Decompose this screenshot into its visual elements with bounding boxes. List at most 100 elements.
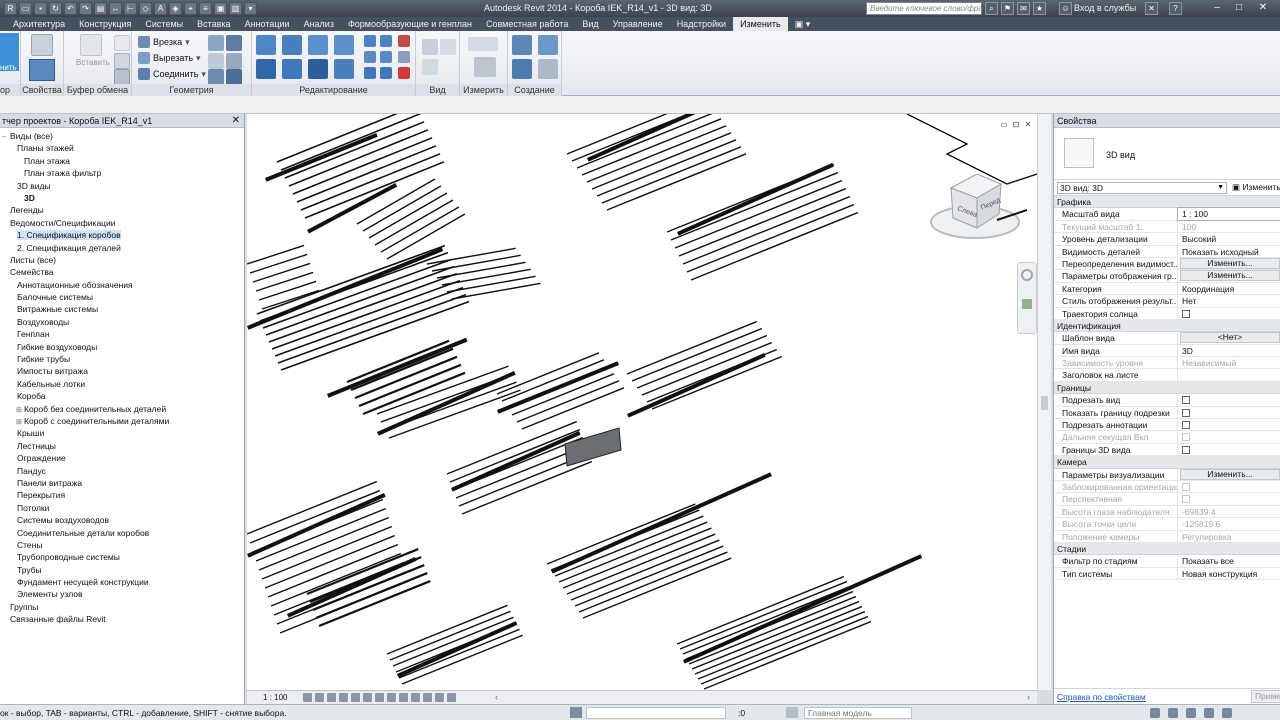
property-value[interactable]: 3D [1178,345,1280,356]
property-value[interactable]: Изменить... [1178,468,1280,480]
browser-node[interactable]: Элементы узлов [0,588,244,600]
delete-icon[interactable] [398,67,410,79]
browser-node[interactable]: Гибкие воздуховоды [0,341,244,353]
3d-viewport[interactable]: ▭ ⊡ ✕ Слева Перед [247,114,1037,690]
worksharing-icon[interactable] [423,693,432,702]
tab-analyze[interactable]: Анализ [297,17,341,31]
property-category[interactable]: Границы [1054,381,1280,395]
browser-node[interactable]: ⊞ Короб с соединительными деталями [0,415,244,427]
browser-node[interactable]: Соединительные детали коробов [0,527,244,539]
workset-dropdown[interactable] [586,707,726,719]
tab-extra-icon[interactable]: ▣ ▾ [788,17,818,31]
browser-node[interactable]: Ограждение [0,452,244,464]
property-category[interactable]: Стадии [1054,542,1280,556]
browser-node[interactable]: Импосты витража [0,365,244,377]
create-parts-icon[interactable] [512,35,532,55]
thin-lines-icon[interactable]: ≡ [199,2,212,15]
property-value[interactable] [1178,407,1280,418]
browser-node[interactable]: Перекрытия [0,489,244,501]
cut-icon[interactable] [114,35,130,51]
property-edit-button[interactable]: <Нет> [1180,332,1280,344]
browser-node[interactable]: Листы (все) [0,254,244,266]
visual-style-icon[interactable] [315,693,324,702]
scroll-left-icon[interactable]: ‹ [495,692,498,702]
tab-addins[interactable]: Надстройки [670,17,733,31]
duct-tag[interactable] [683,554,923,664]
worksets-icon[interactable] [570,707,582,718]
switch-windows-icon[interactable]: ▥ [229,2,242,15]
split-gap-icon[interactable] [380,35,392,47]
property-value[interactable] [1178,419,1280,430]
browser-node[interactable]: Планы этажей [0,142,244,154]
duct-tag[interactable] [627,352,766,418]
tab-systems[interactable]: Системы [138,17,190,31]
exchange-icon[interactable]: ✕ [1145,2,1158,15]
edit-type-button[interactable]: ▣ Изменить [1232,182,1280,193]
duct-run[interactable] [626,320,783,410]
property-category[interactable]: Идентификация [1054,319,1280,333]
match-properties-icon[interactable] [114,69,130,85]
browser-node[interactable]: Трубопроводные системы [0,551,244,563]
browser-node[interactable]: Ведомости/Спецификации [0,217,244,229]
select-underlay-icon[interactable] [1168,708,1178,718]
property-value[interactable]: Показать исходный [1178,246,1280,257]
scroll-right-icon[interactable]: › [1027,692,1030,702]
section-icon[interactable]: ⌖ [184,2,197,15]
modify-button[interactable]: нить [0,33,19,71]
save-icon[interactable]: ▪ [34,2,47,15]
select-pinned-icon[interactable] [1186,708,1196,718]
vertical-scrollbar[interactable] [1037,114,1051,690]
browser-node[interactable]: Потолки [0,502,244,514]
property-edit-button[interactable]: Изменить... [1180,468,1280,480]
measure-icon[interactable]: ↔ [109,2,122,15]
browser-node[interactable]: Витражные системы [0,303,244,315]
split-face-icon[interactable] [208,35,224,51]
3d-view-icon[interactable]: ◈ [169,2,182,15]
browser-node[interactable]: Лестницы [0,440,244,452]
wall-joins-icon[interactable] [208,53,224,69]
copy-icon[interactable] [114,53,130,69]
property-edit-button[interactable]: Изменить... [1180,270,1280,282]
detail-level-icon[interactable] [303,693,312,702]
browser-node[interactable]: Пандус [0,465,244,477]
browser-node[interactable]: Гибкие трубы [0,353,244,365]
temp-hide-icon[interactable] [399,693,408,702]
property-edit-button[interactable]: Изменить... [1180,257,1280,269]
shadows-icon[interactable] [339,693,348,702]
select-links-icon[interactable] [1150,708,1160,718]
mirror-axis-icon[interactable] [308,35,328,55]
paste-button[interactable]: Вставить [76,34,110,70]
tab-collaborate[interactable]: Совместная работа [479,17,575,31]
browser-node[interactable]: Трубы [0,564,244,576]
steering-wheel-icon[interactable] [1021,269,1033,281]
duct-run[interactable] [426,247,541,300]
favorites-icon[interactable]: ★ [1033,2,1046,15]
property-value[interactable]: <Нет> [1178,332,1280,344]
browser-node[interactable]: План этажа фильтр [0,167,244,179]
properties-icon[interactable] [29,59,55,81]
tab-massing[interactable]: Формообразующие и генплан [341,17,479,31]
open-icon[interactable]: ▭ [19,2,32,15]
communication-icon[interactable]: ✉ [1017,2,1030,15]
create-group-icon[interactable] [512,59,532,79]
close-icon[interactable]: ✕ [232,114,240,128]
split-icon[interactable] [364,35,376,47]
view-selector-dropdown[interactable]: 3D вид: 3D ▼ [1057,182,1227,194]
tab-structure[interactable]: Конструкция [72,17,138,31]
property-value[interactable] [1178,308,1280,319]
tag-icon[interactable]: ◇ [139,2,152,15]
property-value[interactable]: Изменить... [1178,257,1280,269]
close-window-button[interactable]: ✕ [1252,1,1274,15]
browser-node[interactable]: Воздуховоды [0,316,244,328]
undo-icon[interactable]: ↶ [64,2,77,15]
analytical-model-icon[interactable] [435,693,444,702]
property-value[interactable]: Изменить... [1178,270,1280,282]
browser-node[interactable]: Семейства [0,266,244,278]
drag-on-selection-icon[interactable] [1222,708,1232,718]
close-view-icon[interactable]: ✕ [1023,120,1033,129]
duct-tag[interactable] [551,472,772,574]
browser-node[interactable]: 1. Спецификация коробов [0,229,244,241]
browser-node[interactable]: 3D виды [0,180,244,192]
browser-node[interactable]: Группы [0,601,244,613]
trim-extend-icon[interactable] [334,59,354,79]
